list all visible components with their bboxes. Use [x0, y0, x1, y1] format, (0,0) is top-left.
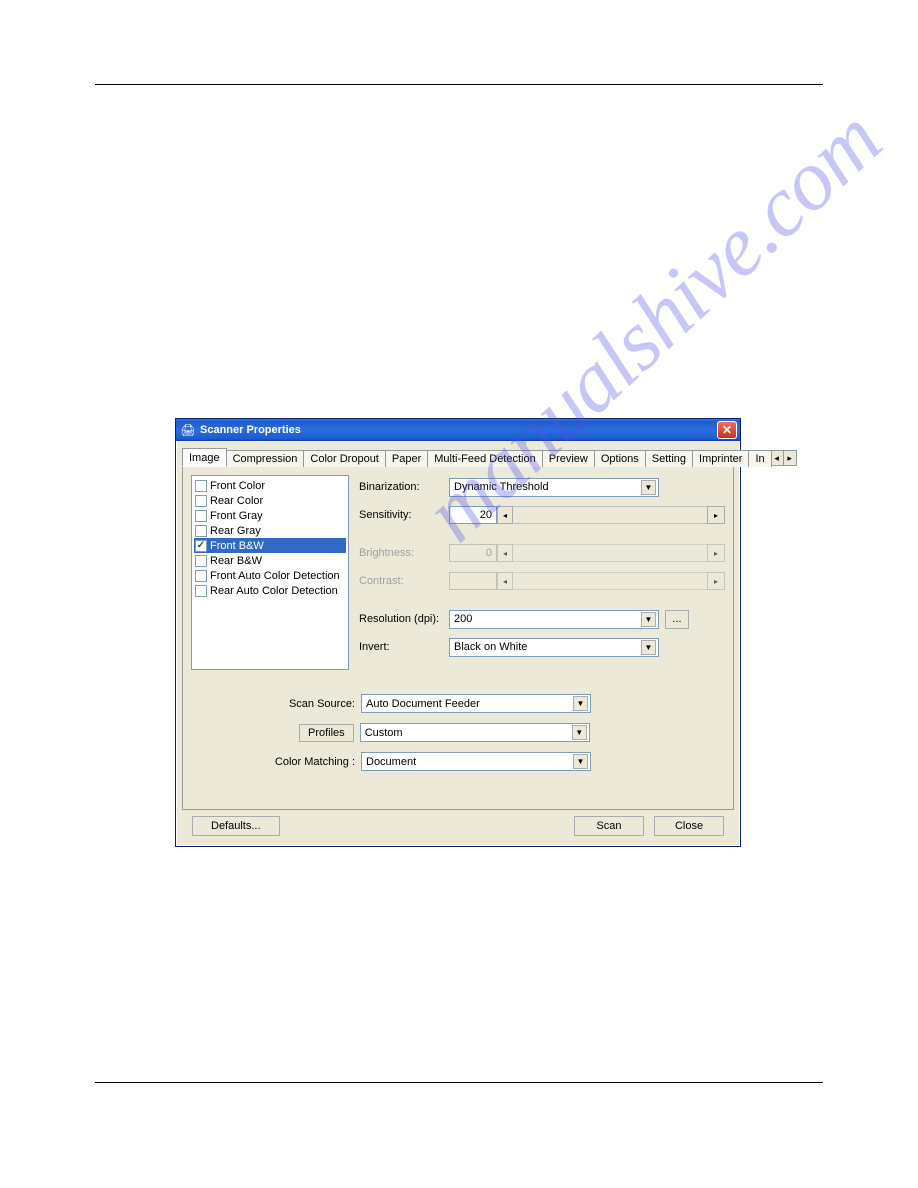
list-item: Front Color	[194, 478, 346, 493]
select-value: Document	[366, 756, 416, 768]
slider-track	[513, 544, 707, 562]
resolution-select[interactable]: 200 ▼	[449, 610, 659, 629]
slider-right-icon[interactable]: ▸	[707, 506, 725, 524]
select-value: Dynamic Threshold	[454, 481, 549, 493]
button-bar: Defaults... Scan Close	[182, 810, 734, 836]
list-item-label: Rear Gray	[210, 525, 261, 537]
checkbox-icon[interactable]	[195, 555, 207, 567]
tab-setting[interactable]: Setting	[645, 450, 693, 467]
list-item: Rear Gray	[194, 523, 346, 538]
slider-right-icon: ▸	[707, 572, 725, 590]
tab-imprinter[interactable]: Imprinter	[692, 450, 749, 467]
checkbox-icon[interactable]	[195, 480, 207, 492]
profiles-button[interactable]: Profiles	[299, 724, 354, 742]
brightness-value: 0	[449, 544, 497, 562]
brightness-label: Brightness:	[359, 547, 449, 559]
tab-overflow[interactable]: In	[748, 450, 771, 467]
tab-preview[interactable]: Preview	[542, 450, 595, 467]
slider-track[interactable]	[513, 506, 707, 524]
list-item-label: Rear Auto Color Detection	[210, 585, 338, 597]
tab-image[interactable]: Image	[182, 448, 227, 467]
scan-source-label: Scan Source:	[191, 698, 361, 710]
chevron-down-icon: ▼	[573, 754, 588, 769]
invert-select[interactable]: Black on White ▼	[449, 638, 659, 657]
invert-label: Invert:	[359, 641, 449, 653]
select-value: Custom	[365, 727, 403, 739]
list-item-label: Front B&W	[210, 540, 264, 552]
list-item-label: Front Gray	[210, 510, 263, 522]
defaults-button[interactable]: Defaults...	[192, 816, 280, 836]
binarization-label: Binarization:	[359, 481, 449, 493]
image-selection-list[interactable]: Front Color Rear Color Front Gray Rear G…	[191, 475, 349, 670]
chevron-down-icon: ▼	[641, 612, 656, 627]
tab-strip: Image Compression Color Dropout Paper Mu…	[182, 447, 734, 467]
color-matching-label: Color Matching :	[191, 756, 361, 768]
checkbox-icon[interactable]	[195, 540, 207, 552]
checkbox-icon[interactable]	[195, 495, 207, 507]
tab-scroll-right-icon[interactable]: ▸	[783, 450, 797, 466]
scan-source-select[interactable]: Auto Document Feeder ▼	[361, 694, 591, 713]
list-item: Front Auto Color Detection	[194, 568, 346, 583]
profiles-select[interactable]: Custom ▼	[360, 723, 590, 742]
tab-paper[interactable]: Paper	[385, 450, 428, 467]
image-controls: Binarization: Dynamic Threshold ▼ Sensit…	[359, 475, 725, 670]
app-icon: 🖨	[180, 422, 196, 438]
list-item: Rear Color	[194, 493, 346, 508]
contrast-slider: ◂ ▸	[497, 572, 725, 590]
titlebar[interactable]: 🖨 Scanner Properties ✕	[176, 419, 740, 441]
sensitivity-label: Sensitivity:	[359, 509, 449, 521]
contrast-label: Contrast:	[359, 575, 449, 587]
list-item-label: Front Color	[210, 480, 265, 492]
list-item-label: Rear Color	[210, 495, 263, 507]
chevron-down-icon: ▼	[641, 480, 656, 495]
slider-left-icon: ◂	[497, 572, 513, 590]
slider-track	[513, 572, 707, 590]
list-item-label: Front Auto Color Detection	[210, 570, 340, 582]
tab-options[interactable]: Options	[594, 450, 646, 467]
tab-scroll-left-icon[interactable]: ◂	[770, 450, 784, 466]
brightness-slider: ◂ ▸	[497, 544, 725, 562]
tab-panel-image: Front Color Rear Color Front Gray Rear G…	[182, 467, 734, 810]
checkbox-icon[interactable]	[195, 570, 207, 582]
tab-multifeed[interactable]: Multi-Feed Detection	[427, 450, 543, 467]
chevron-down-icon: ▼	[573, 696, 588, 711]
list-item-label: Rear B&W	[210, 555, 262, 567]
page-rule-bottom	[95, 1082, 823, 1083]
scanner-properties-window: 🖨 Scanner Properties ✕ Image Compression…	[175, 418, 741, 847]
checkbox-icon[interactable]	[195, 585, 207, 597]
list-item: Front Gray	[194, 508, 346, 523]
contrast-value	[449, 572, 497, 590]
client-area: Image Compression Color Dropout Paper Mu…	[176, 441, 740, 846]
resolution-label: Resolution (dpi):	[359, 613, 449, 625]
close-button[interactable]: Close	[654, 816, 724, 836]
page-rule-top	[95, 84, 823, 85]
sensitivity-slider[interactable]: ◂ ▸	[497, 506, 725, 524]
slider-left-icon[interactable]: ◂	[497, 506, 513, 524]
window-title: Scanner Properties	[200, 424, 717, 436]
binarization-select[interactable]: Dynamic Threshold ▼	[449, 478, 659, 497]
checkbox-icon[interactable]	[195, 510, 207, 522]
tab-color-dropout[interactable]: Color Dropout	[303, 450, 385, 467]
list-item: Rear Auto Color Detection	[194, 583, 346, 598]
close-icon[interactable]: ✕	[717, 421, 737, 439]
resolution-browse-button[interactable]: ...	[665, 610, 689, 629]
checkbox-icon[interactable]	[195, 525, 207, 537]
select-value: Auto Document Feeder	[366, 698, 480, 710]
list-item: Front B&W	[194, 538, 346, 553]
chevron-down-icon: ▼	[641, 640, 656, 655]
slider-right-icon: ▸	[707, 544, 725, 562]
sensitivity-value[interactable]: 20	[449, 506, 497, 524]
color-matching-select[interactable]: Document ▼	[361, 752, 591, 771]
select-value: Black on White	[454, 641, 527, 653]
select-value: 200	[454, 613, 472, 625]
list-item: Rear B&W	[194, 553, 346, 568]
chevron-down-icon: ▼	[572, 725, 587, 740]
slider-left-icon: ◂	[497, 544, 513, 562]
lower-controls: Scan Source: Auto Document Feeder ▼ Prof…	[191, 694, 725, 771]
tab-compression[interactable]: Compression	[226, 450, 305, 467]
scan-button[interactable]: Scan	[574, 816, 644, 836]
